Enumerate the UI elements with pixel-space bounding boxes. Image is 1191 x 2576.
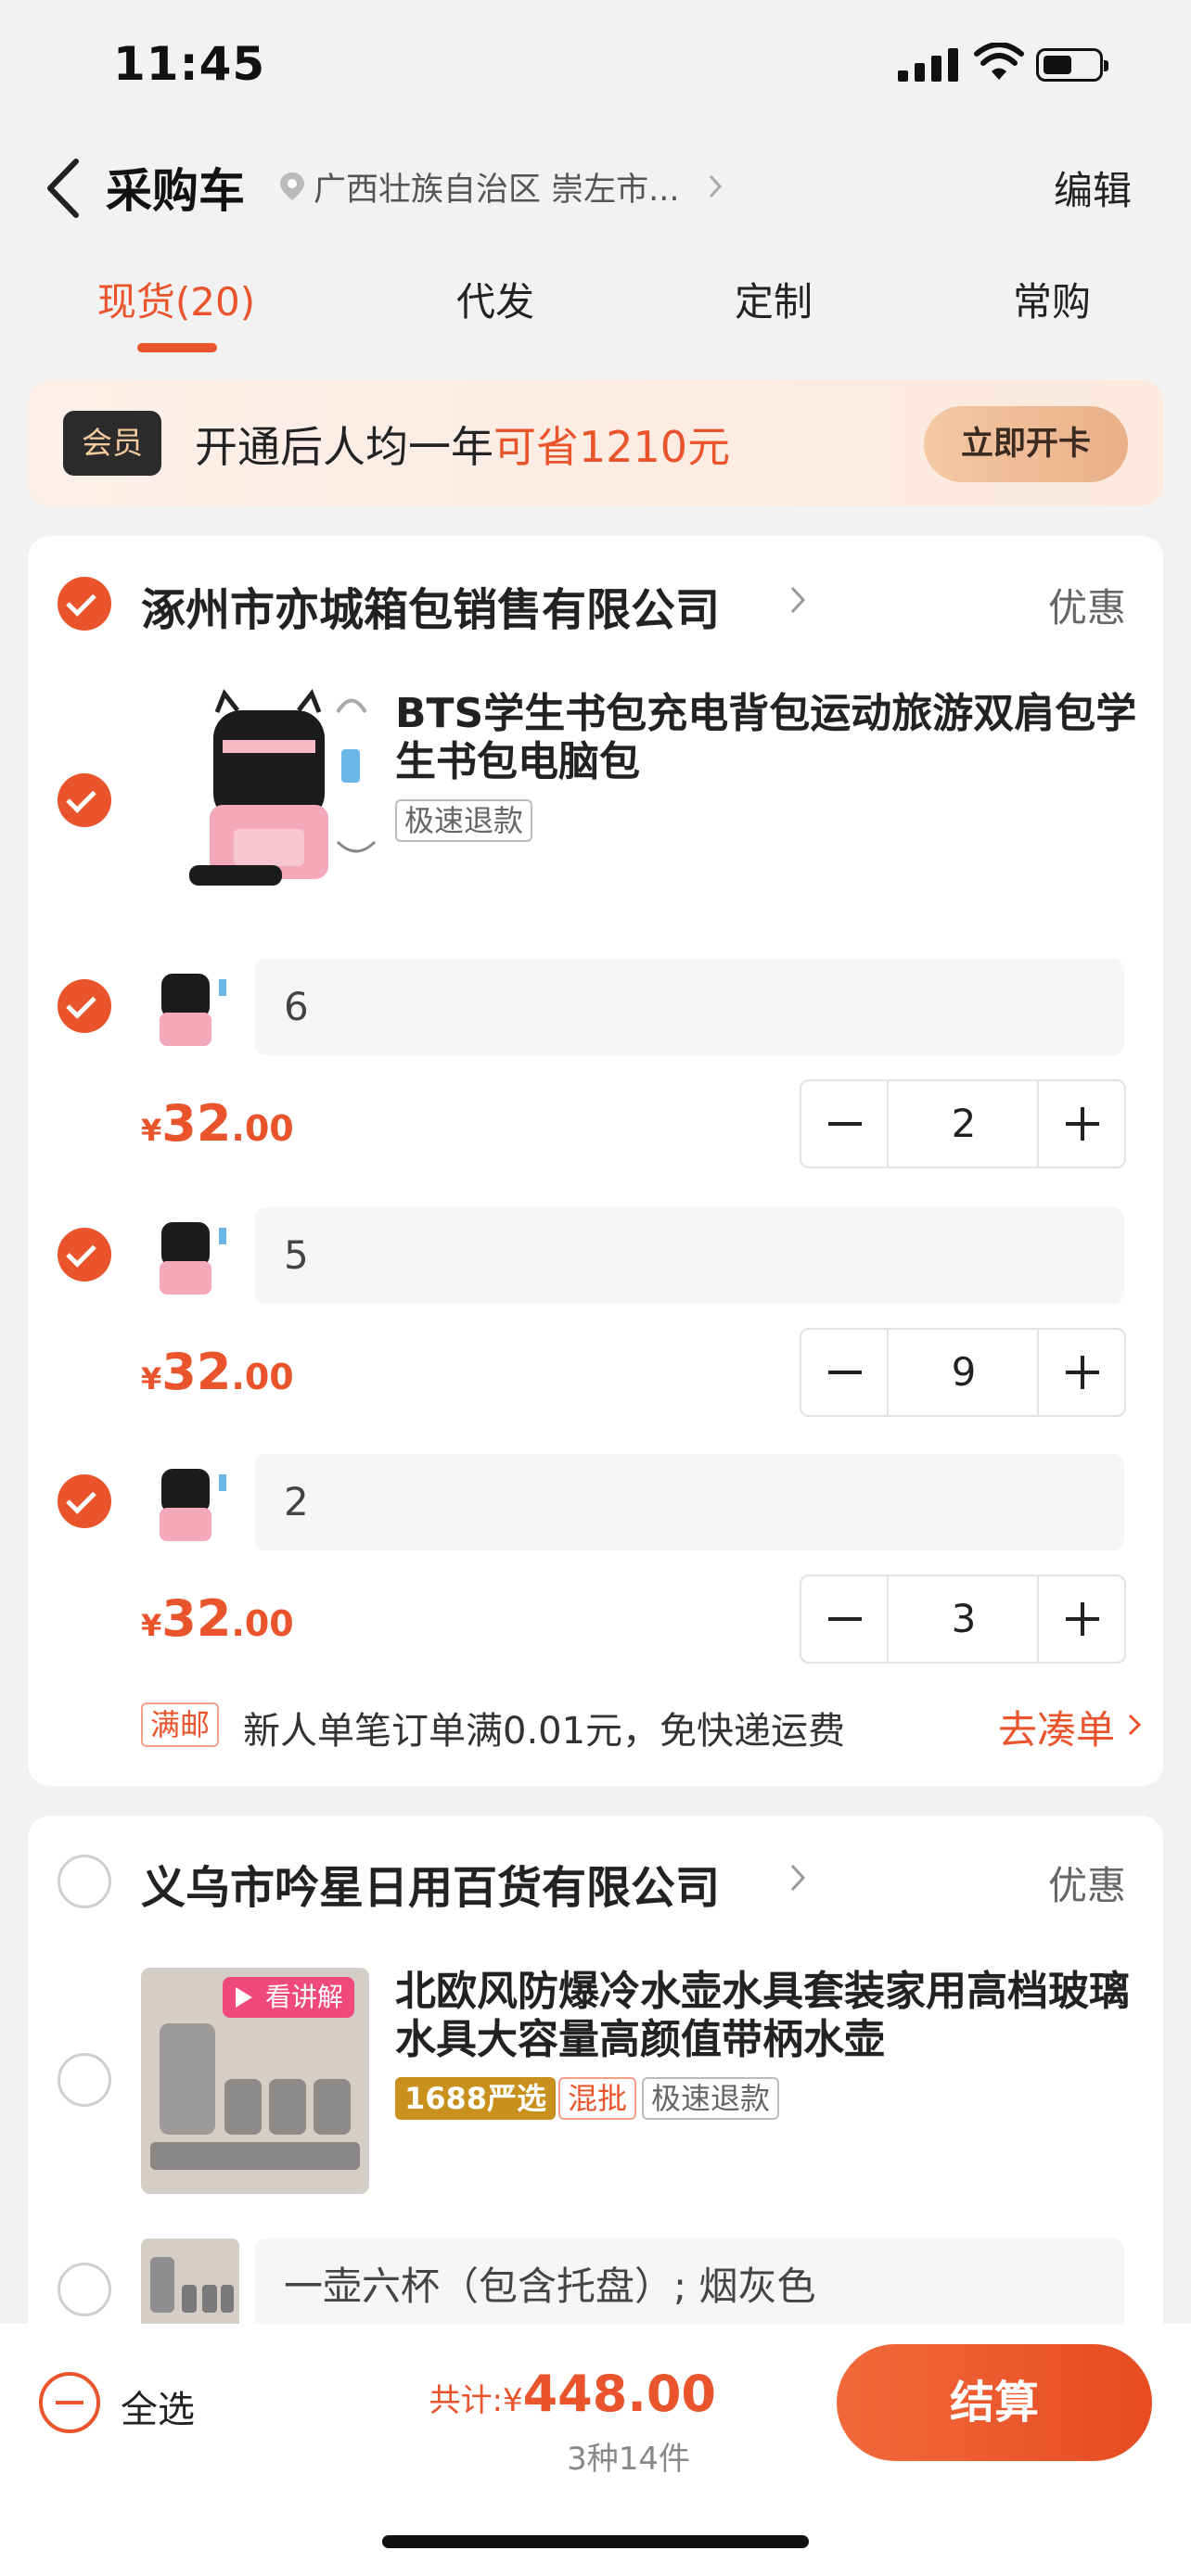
total-currency: ¥ bbox=[502, 2382, 523, 2419]
product-select-checkbox[interactable] bbox=[58, 773, 111, 827]
price-currency: ¥ bbox=[141, 1608, 162, 1643]
sku-thumbnail bbox=[141, 1209, 239, 1302]
free-shipping-text: 新人单笔订单满0.01元，免快递运费 bbox=[243, 1710, 846, 1753]
select-all-label[interactable]: 全选 bbox=[121, 2379, 195, 2433]
quantity-input[interactable]: 3 bbox=[889, 1576, 1039, 1662]
sku-price: ¥32.00 bbox=[141, 1343, 294, 1401]
sku-price: ¥32.00 bbox=[141, 1589, 294, 1648]
product-title[interactable]: 北欧风防爆冷水壶水具套装家用高档玻璃水具大容量高颜值带柄水壶 bbox=[395, 1968, 1137, 2064]
total-item-count: 3种14件 bbox=[567, 2441, 690, 2478]
cellular-signal-icon bbox=[898, 48, 959, 82]
price-decimal: .00 bbox=[231, 1603, 294, 1644]
sku-select-checkbox[interactable] bbox=[58, 1228, 111, 1282]
quantity-input[interactable]: 9 bbox=[889, 1330, 1039, 1415]
status-bar: 11:45 bbox=[0, 0, 1191, 139]
sku-thumbnail bbox=[141, 1456, 239, 1549]
home-indicator bbox=[382, 2535, 809, 2548]
sku-price: ¥32.00 bbox=[141, 1094, 294, 1153]
member-savings-text: 开通后人均一年可省1210元 bbox=[195, 414, 730, 475]
shop-promo-button[interactable]: 优惠 bbox=[1048, 1855, 1126, 1911]
shop-promo-button[interactable]: 优惠 bbox=[1048, 577, 1126, 633]
increase-quantity-button[interactable] bbox=[1037, 1330, 1124, 1415]
sku-spec-selector[interactable]: 6 bbox=[254, 959, 1124, 1055]
product-tag-fast-refund: 极速退款 bbox=[642, 2077, 780, 2120]
sku-select-checkbox[interactable] bbox=[58, 2263, 111, 2316]
battery-icon bbox=[1036, 48, 1108, 82]
sku-spec-selector[interactable]: 2 bbox=[254, 1454, 1124, 1550]
chevron-right-icon bbox=[709, 174, 723, 198]
shop-select-checkbox[interactable] bbox=[58, 1855, 111, 1908]
video-explain-label: 看讲解 bbox=[265, 1982, 344, 2012]
free-shipping-tag: 满邮 bbox=[141, 1702, 220, 1747]
price-currency: ¥ bbox=[141, 1361, 162, 1396]
product-image[interactable] bbox=[152, 675, 403, 907]
total-prefix: 共计: bbox=[429, 2382, 503, 2419]
decrease-quantity-button[interactable] bbox=[801, 1081, 889, 1167]
sku-spec-selector[interactable]: 一壶六杯（包含托盘）; 烟灰色 bbox=[254, 2238, 1124, 2335]
sku-thumbnail bbox=[141, 961, 239, 1053]
price-integer: 32 bbox=[161, 1589, 232, 1648]
member-banner: 会员 开通后人均一年可省1210元 立即开卡 bbox=[28, 380, 1163, 506]
increase-quantity-button[interactable] bbox=[1037, 1576, 1124, 1662]
delivery-location[interactable]: 广西壮族自治区 崇左市... bbox=[314, 163, 680, 210]
total-price: 共计:¥448.00 bbox=[429, 2365, 717, 2423]
nav-bar: 采购车 广西壮族自治区 崇左市... 编辑 bbox=[0, 139, 1191, 232]
quantity-stepper: 3 bbox=[800, 1575, 1126, 1664]
price-decimal: .00 bbox=[231, 1357, 294, 1397]
shop-card: 涿州市亦城箱包销售有限公司 优惠 BTS学生书包充电背包运动旅游双肩包学生书包电… bbox=[28, 536, 1163, 1786]
total-amount: 448.00 bbox=[522, 2365, 716, 2423]
active-tab-indicator bbox=[137, 343, 217, 352]
member-text-prefix: 开通后人均一年 bbox=[195, 422, 493, 472]
chevron-right-icon bbox=[790, 1864, 806, 1892]
decrease-quantity-button[interactable] bbox=[801, 1330, 889, 1415]
play-icon bbox=[236, 1987, 252, 2008]
chevron-right-icon bbox=[1128, 1714, 1142, 1736]
open-membership-button[interactable]: 立即开卡 bbox=[924, 406, 1128, 482]
price-decimal: .00 bbox=[231, 1108, 294, 1149]
page-title: 采购车 bbox=[106, 164, 245, 218]
wifi-icon bbox=[974, 43, 1024, 80]
add-on-items-link[interactable]: 去凑单 bbox=[998, 1699, 1115, 1755]
price-integer: 32 bbox=[161, 1343, 232, 1401]
shop-name[interactable]: 涿州市亦城箱包销售有限公司 bbox=[141, 573, 720, 638]
product-select-checkbox[interactable] bbox=[58, 2053, 111, 2107]
shop-name[interactable]: 义乌市吟星日用百货有限公司 bbox=[141, 1851, 720, 1916]
checkout-button[interactable]: 结算 bbox=[837, 2344, 1152, 2461]
sku-select-checkbox[interactable] bbox=[58, 1474, 111, 1528]
back-arrow-icon[interactable] bbox=[39, 156, 91, 221]
select-all-checkbox[interactable] bbox=[39, 2372, 100, 2433]
sku-thumbnail bbox=[141, 2238, 239, 2331]
tab-in-stock[interactable]: 现货(20) bbox=[97, 271, 255, 327]
quantity-input[interactable]: 2 bbox=[889, 1081, 1039, 1167]
shop-select-checkbox[interactable] bbox=[58, 577, 111, 631]
tab-bar: 现货(20) 代发 定制 常购 bbox=[0, 260, 1191, 362]
decrease-quantity-button[interactable] bbox=[801, 1576, 889, 1662]
sku-spec-selector[interactable]: 5 bbox=[254, 1207, 1124, 1304]
product-tag-yanxuan: 1688严选 bbox=[395, 2077, 557, 2120]
member-badge: 会员 bbox=[63, 411, 161, 476]
price-currency: ¥ bbox=[141, 1113, 162, 1148]
increase-quantity-button[interactable] bbox=[1037, 1081, 1124, 1167]
member-text-highlight: 可省1210元 bbox=[493, 422, 731, 472]
product-tag-mixed-batch: 混批 bbox=[558, 2077, 637, 2120]
tab-custom[interactable]: 定制 bbox=[735, 271, 813, 327]
edit-button[interactable]: 编辑 bbox=[1054, 159, 1132, 216]
sku-select-checkbox[interactable] bbox=[58, 979, 111, 1033]
tab-frequent[interactable]: 常购 bbox=[1013, 271, 1091, 327]
quantity-stepper: 9 bbox=[800, 1328, 1126, 1417]
quantity-stepper: 2 bbox=[800, 1079, 1126, 1168]
price-integer: 32 bbox=[161, 1094, 232, 1153]
free-shipping-row: 满邮 新人单笔订单满0.01元，免快递运费 去凑单 bbox=[141, 1697, 1143, 1753]
location-pin-icon bbox=[280, 172, 304, 200]
tab-dropship[interactable]: 代发 bbox=[456, 271, 534, 327]
chevron-right-icon bbox=[790, 586, 806, 614]
product-title[interactable]: BTS学生书包充电背包运动旅游双肩包学生书包电脑包 bbox=[395, 690, 1137, 786]
status-time: 11:45 bbox=[113, 37, 266, 91]
product-tag: 极速退款 bbox=[395, 799, 533, 842]
video-explain-badge[interactable]: 看讲解 bbox=[223, 1977, 355, 2018]
product-image[interactable]: 看讲解 bbox=[141, 1968, 369, 2194]
